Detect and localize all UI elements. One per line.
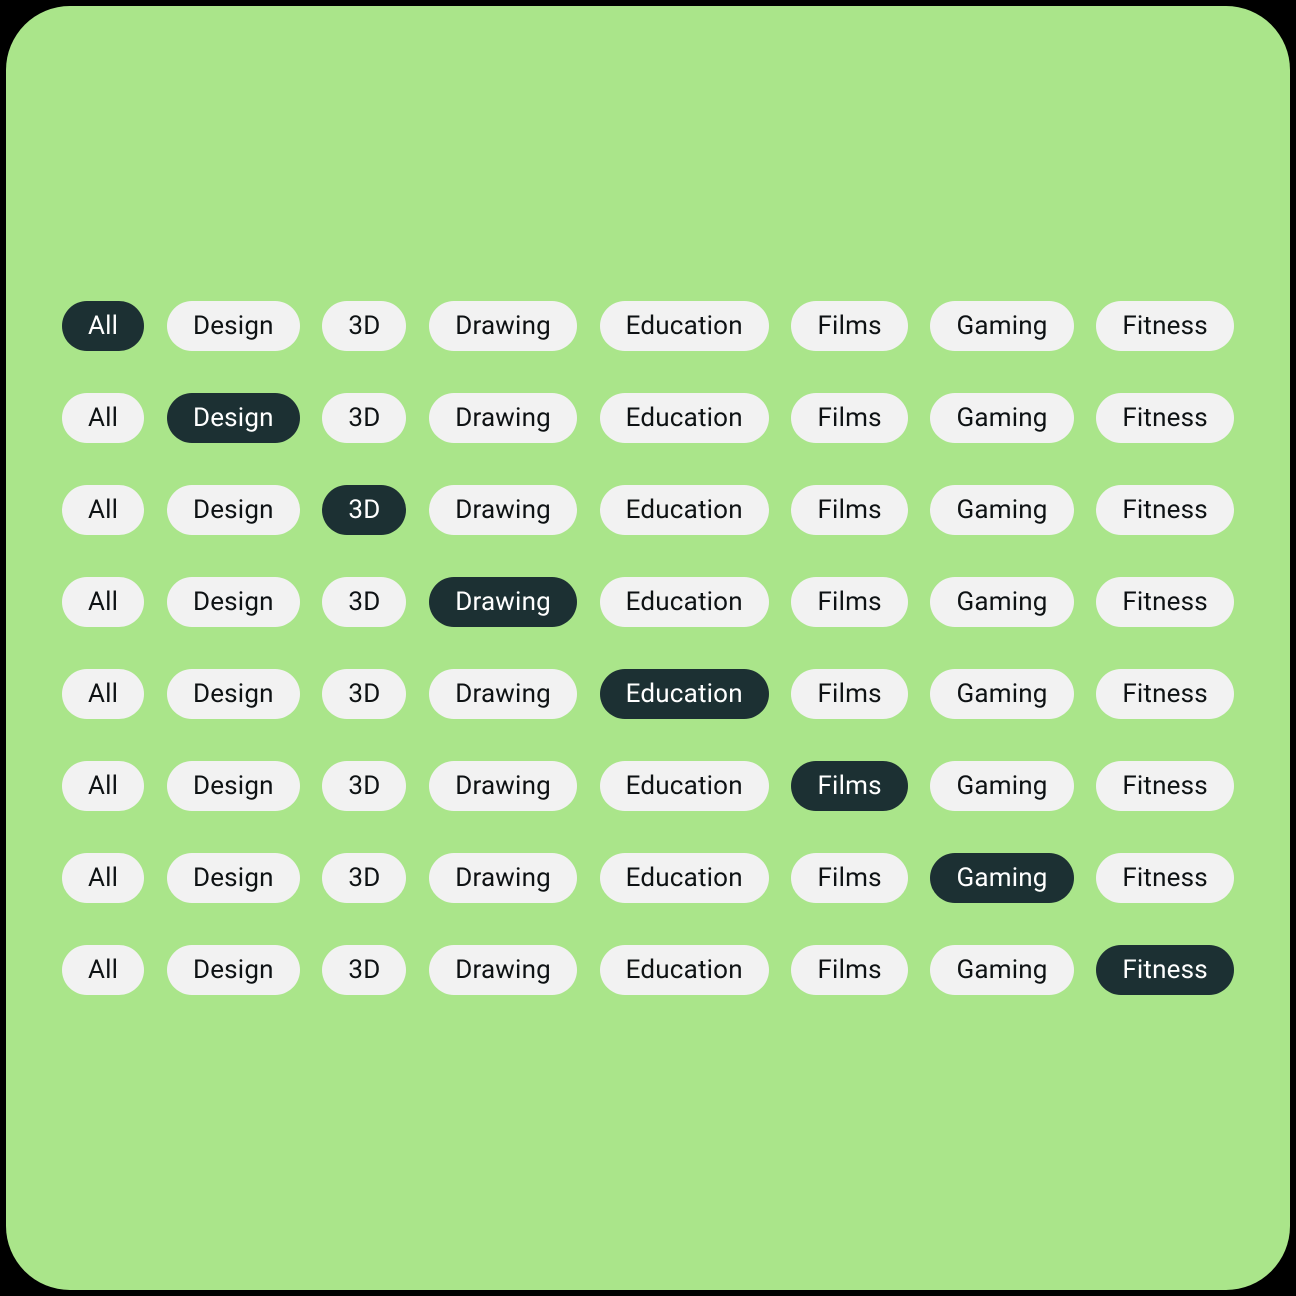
- category-pill-films[interactable]: Films: [791, 301, 907, 351]
- category-pill-films[interactable]: Films: [791, 761, 907, 811]
- category-row: All Design 3D Drawing Education Films Gaming Fi…: [62, 853, 1234, 903]
- category-row: All Design 3D Drawing Education Films Gaming Fi…: [62, 761, 1234, 811]
- category-pill-3d[interactable]: 3D: [322, 761, 406, 811]
- category-pill-drawing[interactable]: Drawing: [429, 853, 577, 903]
- category-row: All Design 3D Drawing Education Films Gaming Fi…: [62, 577, 1234, 627]
- category-pill-drawing[interactable]: Drawing: [429, 669, 577, 719]
- category-pill-3d[interactable]: 3D: [322, 301, 406, 351]
- category-pill-education[interactable]: Education: [600, 485, 769, 535]
- category-pill-gaming[interactable]: Gaming: [930, 577, 1073, 627]
- category-pill-3d[interactable]: 3D: [322, 853, 406, 903]
- category-pill-fitness[interactable]: Fitness: [1096, 577, 1234, 627]
- category-pill-education[interactable]: Education: [600, 853, 769, 903]
- category-pill-education[interactable]: Education: [600, 577, 769, 627]
- category-pill-education[interactable]: Education: [600, 301, 769, 351]
- category-pill-3d[interactable]: 3D: [322, 393, 406, 443]
- category-pill-fitness[interactable]: Fitness: [1096, 485, 1234, 535]
- category-pill-design[interactable]: Design: [167, 485, 300, 535]
- category-pill-education[interactable]: Education: [600, 761, 769, 811]
- category-pill-gaming[interactable]: Gaming: [930, 853, 1073, 903]
- category-pill-drawing[interactable]: Drawing: [429, 761, 577, 811]
- category-pill-3d[interactable]: 3D: [322, 485, 406, 535]
- category-pill-drawing[interactable]: Drawing: [429, 945, 577, 995]
- category-pill-design[interactable]: Design: [167, 301, 300, 351]
- category-row: All Design 3D Drawing Education Films Gaming Fi…: [62, 393, 1234, 443]
- category-pill-drawing[interactable]: Drawing: [429, 485, 577, 535]
- category-pill-all[interactable]: All: [62, 945, 144, 995]
- category-pill-fitness[interactable]: Fitness: [1096, 301, 1234, 351]
- category-pill-films[interactable]: Films: [791, 669, 907, 719]
- category-pill-all[interactable]: All: [62, 761, 144, 811]
- category-pill-3d[interactable]: 3D: [322, 945, 406, 995]
- category-pill-fitness[interactable]: Fitness: [1096, 669, 1234, 719]
- category-pill-3d[interactable]: 3D: [322, 577, 406, 627]
- category-pill-drawing[interactable]: Drawing: [429, 393, 577, 443]
- category-pill-design[interactable]: Design: [167, 669, 300, 719]
- category-pill-all[interactable]: All: [62, 577, 144, 627]
- category-pill-design[interactable]: Design: [167, 853, 300, 903]
- category-row: All Design 3D Drawing Education Films Gaming Fi…: [62, 485, 1234, 535]
- category-pill-design[interactable]: Design: [167, 577, 300, 627]
- category-pill-gaming[interactable]: Gaming: [930, 669, 1073, 719]
- category-pill-3d[interactable]: 3D: [322, 669, 406, 719]
- category-pill-fitness[interactable]: Fitness: [1096, 945, 1234, 995]
- category-pill-all[interactable]: All: [62, 301, 144, 351]
- category-pill-films[interactable]: Films: [791, 485, 907, 535]
- category-pill-design[interactable]: Design: [167, 945, 300, 995]
- category-pill-education[interactable]: Education: [600, 669, 769, 719]
- category-row: All Design 3D Drawing Education Films Gaming Fi…: [62, 301, 1234, 351]
- category-pill-films[interactable]: Films: [791, 853, 907, 903]
- category-pill-all[interactable]: All: [62, 393, 144, 443]
- category-pill-drawing[interactable]: Drawing: [429, 301, 577, 351]
- category-pill-fitness[interactable]: Fitness: [1096, 393, 1234, 443]
- category-pill-films[interactable]: Films: [791, 577, 907, 627]
- category-pill-fitness[interactable]: Fitness: [1096, 761, 1234, 811]
- category-pill-all[interactable]: All: [62, 669, 144, 719]
- category-pill-education[interactable]: Education: [600, 945, 769, 995]
- category-pill-films[interactable]: Films: [791, 393, 907, 443]
- category-pill-gaming[interactable]: Gaming: [930, 945, 1073, 995]
- category-pill-drawing[interactable]: Drawing: [429, 577, 577, 627]
- category-pill-fitness[interactable]: Fitness: [1096, 853, 1234, 903]
- category-pill-education[interactable]: Education: [600, 393, 769, 443]
- category-pill-gaming[interactable]: Gaming: [930, 485, 1073, 535]
- category-pill-all[interactable]: All: [62, 485, 144, 535]
- rows-container: All Design 3D Drawing Education Films Gaming Fi…: [62, 301, 1234, 995]
- card-container: All Design 3D Drawing Education Films Gaming Fi…: [6, 6, 1290, 1290]
- category-row: All Design 3D Drawing Education Films Gaming Fi…: [62, 945, 1234, 995]
- category-pill-gaming[interactable]: Gaming: [930, 761, 1073, 811]
- category-pill-gaming[interactable]: Gaming: [930, 301, 1073, 351]
- category-pill-gaming[interactable]: Gaming: [930, 393, 1073, 443]
- category-pill-all[interactable]: All: [62, 853, 144, 903]
- category-pill-design[interactable]: Design: [167, 393, 300, 443]
- category-pill-films[interactable]: Films: [791, 945, 907, 995]
- category-pill-design[interactable]: Design: [167, 761, 300, 811]
- category-row: All Design 3D Drawing Education Films Gaming Fi…: [62, 669, 1234, 719]
